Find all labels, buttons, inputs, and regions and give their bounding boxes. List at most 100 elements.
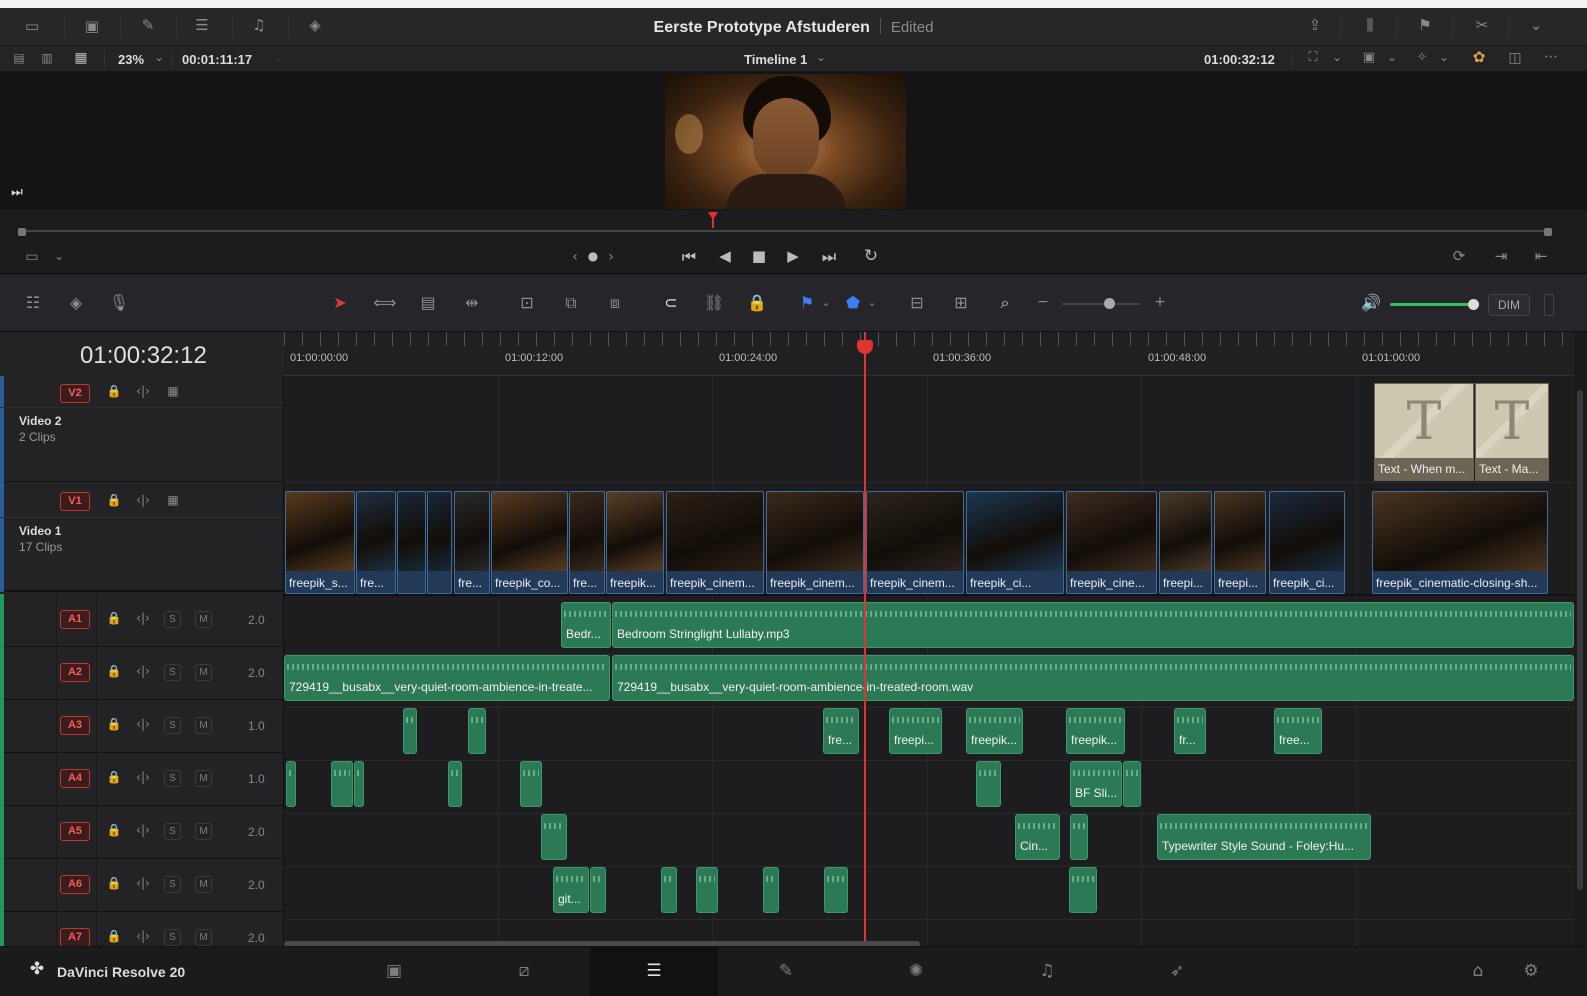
track-enable-icon[interactable]: ▦: [163, 494, 183, 506]
trim-tool-icon[interactable]: ⟺: [372, 290, 398, 316]
audio-clip[interactable]: freepi...: [889, 708, 942, 754]
audio-clip[interactable]: Bedr...: [561, 602, 611, 648]
audio-clip[interactable]: [354, 761, 364, 807]
audio-clip[interactable]: 729419__busabx__very-quiet-room-ambience…: [284, 655, 610, 701]
auto-select-icon[interactable]: ‹|›: [133, 877, 153, 889]
audio-clip[interactable]: Bedroom Stringlight Lullaby.mp3: [612, 602, 1574, 648]
replace-clip-icon[interactable]: ⧈: [602, 290, 628, 316]
video-clip[interactable]: freepik_cine...: [1066, 491, 1157, 594]
video-clip[interactable]: freepik_ci...: [1269, 491, 1345, 594]
auto-select-icon[interactable]: ‹|›: [133, 718, 153, 730]
auto-select-icon[interactable]: ‹|›: [133, 930, 153, 942]
metadata-icon[interactable]: ⚑: [1413, 18, 1437, 33]
dim-button[interactable]: DIM: [1488, 294, 1530, 316]
solo-button[interactable]: S: [164, 717, 181, 734]
video-clip[interactable]: freepik_cinem...: [766, 491, 864, 594]
meter-toggle[interactable]: [1544, 294, 1554, 316]
audio-clip[interactable]: fr...: [1174, 708, 1206, 754]
zoom-slider-thumb[interactable]: [1104, 298, 1115, 309]
mute-button[interactable]: M: [195, 876, 212, 893]
auto-select-icon[interactable]: ‹|›: [133, 771, 153, 783]
viewer-size-chevron-icon[interactable]: ⌄: [1330, 51, 1344, 63]
volume-slider-thumb[interactable]: [1468, 299, 1479, 310]
audio-clip[interactable]: Cin...: [1015, 814, 1060, 860]
track-id-a6[interactable]: A6: [60, 875, 90, 894]
track-id-a5[interactable]: A5: [60, 822, 90, 841]
go-to-start-icon[interactable]: ⏮: [676, 249, 702, 265]
audio-clip[interactable]: [541, 814, 567, 860]
lock-icon[interactable]: 🔒: [106, 612, 122, 624]
audio-clip[interactable]: [403, 708, 417, 754]
video-clip[interactable]: fre...: [454, 491, 490, 594]
lock-icon[interactable]: 🔒: [106, 877, 122, 889]
home-icon[interactable]: ⌂: [1458, 961, 1498, 983]
zoom-out-icon[interactable]: −: [1036, 295, 1050, 309]
insert-clip-icon[interactable]: ⊡: [514, 290, 540, 316]
audio-clip[interactable]: fre...: [823, 708, 859, 754]
solo-button[interactable]: S: [164, 929, 181, 946]
audio-clip[interactable]: BF Sli...: [1070, 761, 1122, 807]
single-viewer-icon[interactable]: ▤: [10, 52, 28, 64]
video-clip[interactable]: freepi...: [1214, 491, 1266, 594]
audio-clip[interactable]: [331, 761, 353, 807]
video-clip[interactable]: freepik_cinematic-closing-sh...: [1372, 491, 1548, 594]
video-clip[interactable]: freepik_cinem...: [666, 491, 764, 594]
track-id-v1[interactable]: V1: [60, 492, 90, 511]
split-view-icon[interactable]: ◫: [1504, 51, 1526, 65]
audio-clip[interactable]: [824, 867, 848, 913]
zoom-level[interactable]: 23%: [118, 52, 144, 67]
timeline-view-options-icon[interactable]: ☷: [20, 290, 46, 316]
share-icon[interactable]: ⇪: [1303, 18, 1327, 33]
lock-icon[interactable]: 🔒: [106, 824, 122, 836]
audio-clip[interactable]: [1123, 761, 1141, 807]
auto-select-icon[interactable]: ‹|›: [133, 824, 153, 836]
voiceover-mic-icon[interactable]: 🎙: [106, 290, 132, 316]
audio-clip[interactable]: [661, 867, 677, 913]
overwrite-clip-icon[interactable]: ⧉: [558, 290, 584, 316]
stop-icon[interactable]: ■: [748, 249, 770, 264]
zoom-full-icon[interactable]: ⊟: [904, 290, 930, 316]
vertical-scrollbar[interactable]: [1574, 332, 1587, 946]
out-handle[interactable]: [1544, 228, 1552, 236]
lock-icon[interactable]: 🔒: [106, 771, 122, 783]
video-clip[interactable]: freepik_ci...: [966, 491, 1064, 594]
linked-selection-icon[interactable]: ⛓: [701, 290, 727, 316]
audio-clip[interactable]: [1070, 814, 1088, 860]
video-clip[interactable]: freepik...: [606, 491, 664, 594]
hq-chevron-icon[interactable]: ⌄: [1385, 51, 1399, 63]
timeline-lanes[interactable]: T Text - When m... T Text - Ma... freepi…: [284, 332, 1574, 946]
video-clip[interactable]: freepik_s...: [285, 491, 355, 594]
mark-out-icon[interactable]: ⇤: [1530, 249, 1552, 264]
go-to-end-icon[interactable]: ⏭: [816, 249, 842, 265]
cut-page-icon[interactable]: ⧄: [504, 961, 544, 983]
viewer-scrubber[interactable]: [0, 210, 1587, 244]
video-clip[interactable]: freepik_co...: [491, 491, 568, 594]
solo-button[interactable]: S: [164, 876, 181, 893]
dynamic-trim-icon[interactable]: ▤: [415, 290, 441, 316]
marker-chevron-icon[interactable]: ⌄: [866, 297, 878, 308]
prev-edit-icon[interactable]: ‹: [568, 250, 582, 264]
track-id-a7[interactable]: A7: [60, 928, 90, 947]
audio-clip[interactable]: git...: [553, 867, 589, 913]
settings-gear-icon[interactable]: ⚙: [1511, 961, 1551, 983]
marker-icon[interactable]: ⬟: [840, 290, 866, 316]
zoom-detail-icon[interactable]: ⊞: [948, 290, 974, 316]
audio-clip[interactable]: [448, 761, 462, 807]
zoom-in-icon[interactable]: +: [1153, 295, 1167, 309]
volume-icon[interactable]: 🔊: [1358, 290, 1384, 316]
auto-select-icon[interactable]: ‹|›: [133, 494, 153, 506]
playhead[interactable]: [864, 332, 866, 946]
zoom-custom-icon[interactable]: ⌕: [992, 290, 1018, 316]
solo-button[interactable]: S: [164, 611, 181, 628]
audio-clip[interactable]: [1069, 867, 1097, 913]
video-clip[interactable]: freepik_cinem...: [866, 491, 964, 594]
solo-button[interactable]: S: [164, 770, 181, 787]
video-clip[interactable]: fre...: [569, 491, 605, 594]
play-icon[interactable]: ▶: [782, 249, 804, 264]
media-page-icon[interactable]: ▣: [374, 961, 414, 983]
inspector-icon[interactable]: ✂: [1470, 18, 1494, 33]
lock-icon[interactable]: 🔒: [106, 385, 122, 397]
timeline-ruler[interactable]: 01:00:00:00 01:00:12:00 01:00:24:00 01:0…: [284, 332, 1574, 376]
timeline-chevron-icon[interactable]: ⌄: [814, 51, 828, 63]
title-clip[interactable]: T Text - When m...: [1374, 383, 1474, 481]
